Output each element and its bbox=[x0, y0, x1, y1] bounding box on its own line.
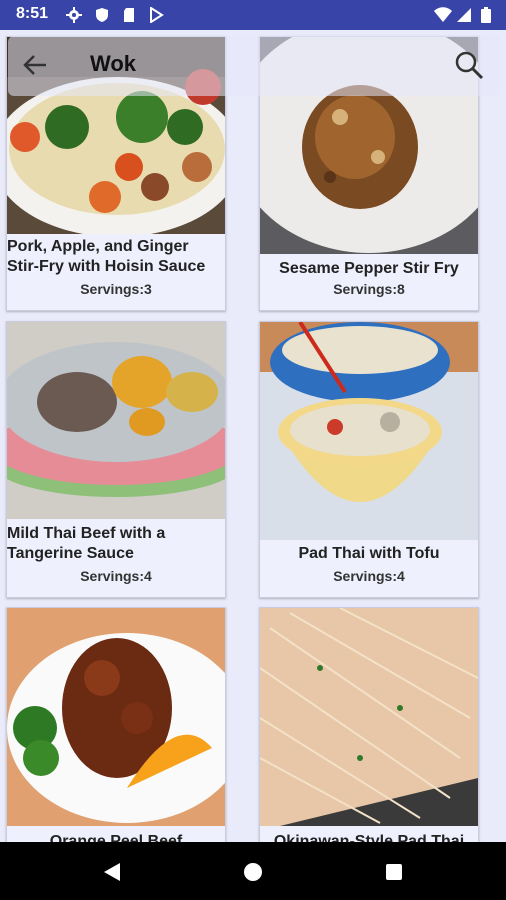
recipe-card[interactable]: Pad Thai with Tofu Servings:4 bbox=[259, 321, 479, 598]
recipe-image bbox=[7, 608, 225, 826]
recipe-title-line2: Stir-Fry with Hoisin Sauce bbox=[7, 258, 206, 275]
recipe-card[interactable]: Okinawan-Style Pad Thai bbox=[259, 607, 479, 842]
recipe-title-line1: Mild Thai Beef with a bbox=[7, 525, 166, 542]
recipe-image bbox=[7, 322, 225, 519]
recipe-servings: Servings:4 bbox=[333, 568, 405, 584]
recipe-servings: Servings:3 bbox=[80, 281, 152, 297]
recipe-grid[interactable]: Pork, Apple, and Ginger Stir-Fry with Ho… bbox=[0, 30, 506, 842]
recipe-image bbox=[260, 608, 478, 826]
recipe-title-line2: Tangerine Sauce bbox=[7, 545, 134, 562]
recipe-title: Pad Thai with Tofu bbox=[298, 545, 440, 562]
play-store-icon bbox=[150, 7, 164, 23]
recipe-servings: Servings:4 bbox=[80, 568, 152, 584]
recipe-image bbox=[260, 322, 478, 540]
status-bar: 8:51 bbox=[0, 0, 506, 30]
recents-square-icon[interactable] bbox=[384, 862, 404, 882]
shield-icon bbox=[96, 8, 108, 22]
recipe-title: Okinawan-Style Pad Thai bbox=[273, 833, 465, 842]
recipe-title-line1: Pork, Apple, and Ginger bbox=[7, 238, 189, 255]
search-icon[interactable] bbox=[454, 50, 484, 80]
home-circle-icon[interactable] bbox=[243, 862, 263, 882]
sd-card-icon bbox=[124, 8, 134, 22]
status-time: 8:51 bbox=[16, 5, 49, 22]
app-toolbar: Wok bbox=[8, 36, 500, 96]
arrow-back-icon[interactable] bbox=[22, 52, 48, 78]
recipe-card[interactable]: Orange Peel Beef bbox=[6, 607, 226, 842]
gear-icon bbox=[66, 7, 82, 23]
recipe-title: Sesame Pepper Stir Fry bbox=[279, 260, 459, 277]
recipe-servings: Servings:8 bbox=[333, 281, 405, 297]
recipe-card[interactable]: Mild Thai Beef with a Tangerine Sauce Se… bbox=[6, 321, 226, 598]
system-nav-bar bbox=[0, 842, 506, 900]
page-title: Wok bbox=[90, 51, 137, 76]
signal-icon bbox=[457, 8, 471, 22]
battery-icon bbox=[481, 7, 491, 23]
recipe-title: Orange Peel Beef bbox=[49, 833, 183, 842]
back-triangle-icon[interactable] bbox=[102, 862, 122, 882]
wifi-icon bbox=[434, 7, 452, 22]
